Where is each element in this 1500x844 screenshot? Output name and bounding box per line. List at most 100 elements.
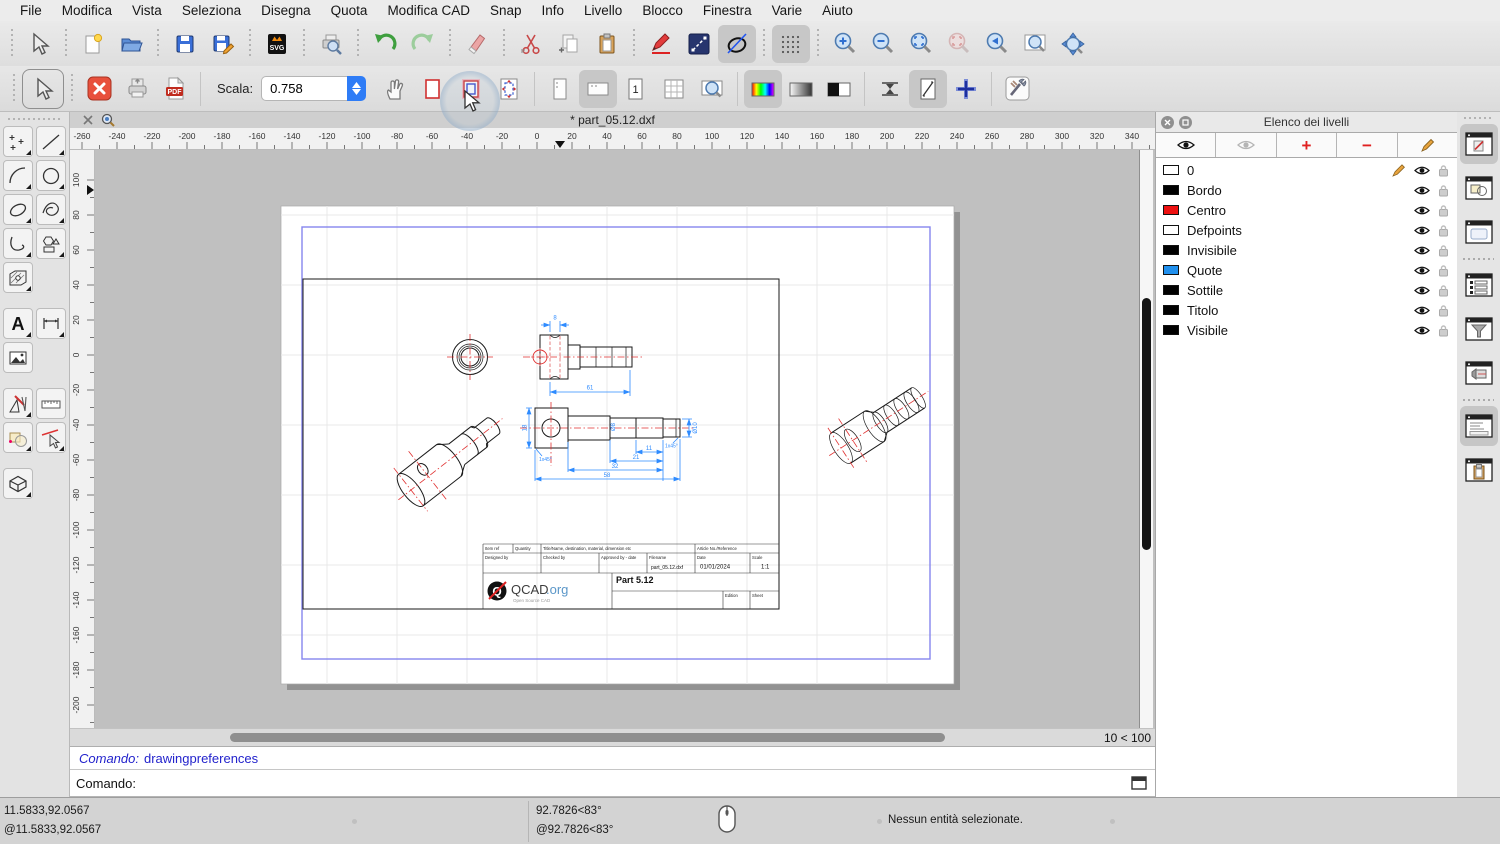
dock-library-browser-button[interactable] bbox=[1460, 353, 1498, 393]
menu-blocco[interactable]: Blocco bbox=[632, 3, 693, 18]
black-white-button[interactable] bbox=[820, 70, 858, 108]
full-color-button[interactable] bbox=[744, 69, 783, 108]
menu-livello[interactable]: Livello bbox=[574, 3, 632, 18]
menu-snap[interactable]: Snap bbox=[480, 3, 532, 18]
layer-color-swatch[interactable] bbox=[1163, 325, 1179, 335]
new-file-button[interactable] bbox=[74, 25, 112, 63]
show-all-layers-button[interactable] bbox=[1156, 133, 1217, 157]
layer-lock-icon[interactable] bbox=[1438, 224, 1449, 237]
spline-tool-button[interactable] bbox=[36, 194, 66, 225]
redo-button[interactable] bbox=[404, 25, 442, 63]
layer-row-bordo[interactable]: Bordo bbox=[1156, 180, 1457, 200]
zoom-window-button[interactable] bbox=[1016, 25, 1054, 63]
measure-tool-button[interactable] bbox=[36, 388, 66, 419]
layer-edit-icon[interactable] bbox=[1392, 163, 1406, 177]
ellipse-tool-button[interactable] bbox=[3, 194, 33, 225]
grid-toggle-button[interactable] bbox=[772, 24, 810, 63]
zoom-in-button[interactable] bbox=[826, 25, 864, 63]
draw-pencil-button[interactable] bbox=[642, 25, 680, 63]
layer-row-sottile[interactable]: Sottile bbox=[1156, 280, 1457, 300]
layer-color-swatch[interactable] bbox=[1163, 225, 1179, 235]
select-tool-button[interactable] bbox=[20, 25, 58, 63]
hide-all-layers-button[interactable] bbox=[1216, 133, 1277, 157]
layer-visibility-icon[interactable] bbox=[1414, 305, 1430, 316]
ellipse-tool-button[interactable] bbox=[718, 24, 756, 63]
layer-color-swatch[interactable] bbox=[1163, 165, 1179, 175]
menu-disegna[interactable]: Disegna bbox=[251, 3, 321, 18]
layer-visibility-icon[interactable] bbox=[1414, 185, 1430, 196]
multi-page-button[interactable] bbox=[655, 70, 693, 108]
add-layer-button[interactable]: + bbox=[1277, 133, 1338, 157]
open-file-button[interactable] bbox=[112, 25, 150, 63]
dock-command-line-button[interactable] bbox=[1459, 406, 1498, 446]
image-tool-button[interactable] bbox=[3, 342, 33, 373]
snap-edit-button[interactable] bbox=[36, 422, 66, 453]
page-borders-button[interactable] bbox=[414, 70, 452, 108]
menu-vista[interactable]: Vista bbox=[122, 3, 172, 18]
dock-property-editor-button[interactable] bbox=[1459, 124, 1498, 164]
portrait-button[interactable] bbox=[541, 70, 579, 108]
zoom-to-page-button[interactable] bbox=[693, 70, 731, 108]
menu-modifica-cad[interactable]: Modifica CAD bbox=[377, 3, 480, 18]
vertical-scrollbar-thumb[interactable] bbox=[1142, 298, 1151, 550]
command-window-icon[interactable] bbox=[1131, 776, 1147, 790]
modify-tool-button[interactable] bbox=[3, 422, 33, 453]
shapes-tool-button[interactable] bbox=[36, 228, 66, 259]
hatch-tool-button[interactable] bbox=[3, 262, 33, 293]
layer-color-swatch[interactable] bbox=[1163, 285, 1179, 295]
pan-hand-button[interactable] bbox=[376, 70, 414, 108]
dock-layer-list-button[interactable] bbox=[1460, 265, 1498, 305]
dimension-tool-button[interactable] bbox=[36, 308, 66, 339]
single-page-button[interactable]: 1 bbox=[617, 70, 655, 108]
arc-tool-button[interactable] bbox=[3, 160, 33, 191]
close-print-preview-button[interactable] bbox=[80, 70, 118, 108]
zoom-pan-button[interactable] bbox=[1054, 25, 1092, 63]
layer-color-swatch[interactable] bbox=[1163, 305, 1179, 315]
dock-clipboard-button[interactable] bbox=[1460, 450, 1498, 490]
layer-color-swatch[interactable] bbox=[1163, 245, 1179, 255]
horizontal-scrollbar[interactable]: 10 < 100 bbox=[70, 728, 1155, 746]
layer-visibility-icon[interactable] bbox=[1414, 325, 1430, 336]
zoom-out-button[interactable] bbox=[864, 25, 902, 63]
pdf-export-button[interactable]: PDF bbox=[156, 70, 194, 108]
point-tool-button[interactable] bbox=[3, 126, 33, 157]
preferences-button[interactable] bbox=[998, 70, 1036, 108]
layer-row-visibile[interactable]: Visibile bbox=[1156, 320, 1457, 340]
remove-layer-button[interactable]: − bbox=[1337, 133, 1398, 157]
layer-row-defpoints[interactable]: Defpoints bbox=[1156, 220, 1457, 240]
dock-selection-filter-button[interactable] bbox=[1460, 309, 1498, 349]
menu-info[interactable]: Info bbox=[532, 3, 575, 18]
grayscale-button[interactable] bbox=[782, 70, 820, 108]
layer-row-invisibile[interactable]: Invisibile bbox=[1156, 240, 1457, 260]
drawing-canvas[interactable]: .k{stroke:#1a1a1a;fill:none;stroke-width… bbox=[95, 150, 1155, 728]
layer-lock-icon[interactable] bbox=[1438, 164, 1449, 177]
undo-button[interactable] bbox=[366, 25, 404, 63]
edit-layer-button[interactable] bbox=[1398, 133, 1457, 157]
draft-mode-button[interactable] bbox=[909, 69, 948, 108]
drafting-tools-button[interactable] bbox=[3, 388, 33, 419]
zoom-selection-button[interactable] bbox=[940, 25, 978, 63]
command-input[interactable] bbox=[141, 773, 1131, 793]
copy-button[interactable] bbox=[550, 25, 588, 63]
dock-view-list-button[interactable] bbox=[1460, 212, 1498, 252]
margins-button[interactable] bbox=[452, 70, 490, 108]
menu-aiuto[interactable]: Aiuto bbox=[812, 3, 863, 18]
eraser-button[interactable] bbox=[458, 25, 496, 63]
line-tool-button[interactable] bbox=[680, 25, 718, 63]
layer-lock-icon[interactable] bbox=[1438, 204, 1449, 217]
save-as-button[interactable] bbox=[204, 25, 242, 63]
landscape-button[interactable] bbox=[579, 69, 618, 108]
scale-stepper[interactable] bbox=[347, 76, 367, 101]
layer-lock-icon[interactable] bbox=[1438, 244, 1449, 257]
crosshair-button[interactable] bbox=[947, 70, 985, 108]
layer-visibility-icon[interactable] bbox=[1414, 265, 1430, 276]
layer-row-centro[interactable]: Centro bbox=[1156, 200, 1457, 220]
fit-to-page-button[interactable] bbox=[490, 70, 528, 108]
print-button[interactable] bbox=[118, 70, 156, 108]
text-tool-button[interactable]: A bbox=[3, 308, 33, 339]
layer-lock-icon[interactable] bbox=[1438, 324, 1449, 337]
save-button[interactable] bbox=[166, 25, 204, 63]
layer-row-titolo[interactable]: Titolo bbox=[1156, 300, 1457, 320]
menu-seleziona[interactable]: Seleziona bbox=[172, 3, 251, 18]
menu-quota[interactable]: Quota bbox=[321, 3, 378, 18]
